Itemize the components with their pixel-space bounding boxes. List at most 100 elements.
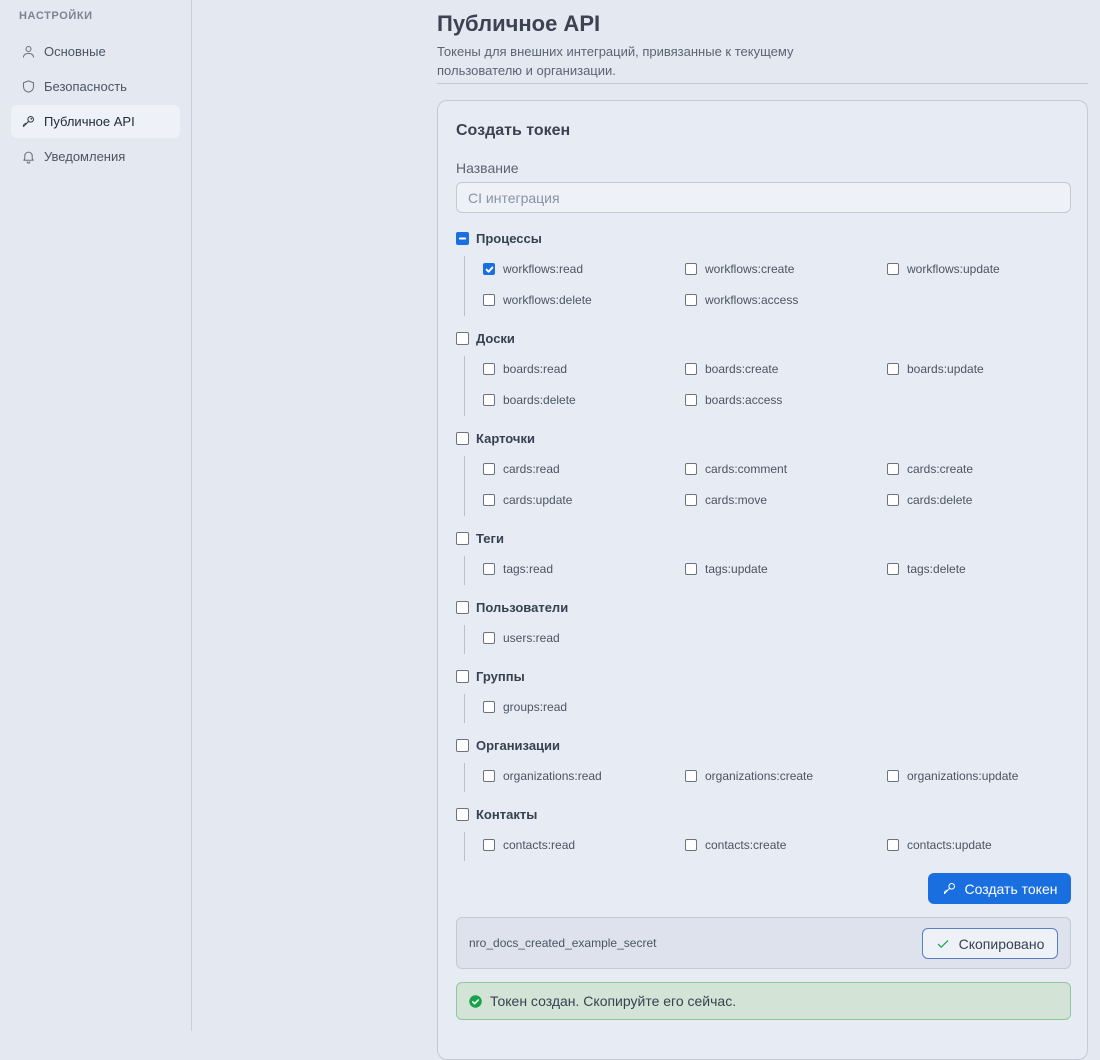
permission-item: users:read bbox=[483, 631, 560, 645]
permission-label[interactable]: boards:access bbox=[705, 393, 782, 407]
permission-label[interactable]: cards:update bbox=[503, 493, 572, 507]
permission-label[interactable]: contacts:read bbox=[503, 838, 575, 852]
group-checkbox[interactable] bbox=[456, 601, 469, 614]
group-label[interactable]: Организации bbox=[476, 738, 560, 753]
sidebar-item-general[interactable]: Основные bbox=[11, 35, 180, 68]
check-icon bbox=[485, 266, 493, 273]
permission-item: workflows:create bbox=[685, 262, 794, 276]
permission-label[interactable]: groups:read bbox=[503, 700, 567, 714]
permission-checkbox[interactable] bbox=[685, 294, 697, 306]
permission-checkbox[interactable] bbox=[685, 263, 697, 275]
permission-checkbox[interactable] bbox=[483, 494, 495, 506]
group-label[interactable]: Доски bbox=[476, 331, 515, 346]
group-label[interactable]: Группы bbox=[476, 669, 525, 684]
permission-item: workflows:update bbox=[887, 262, 1000, 276]
group-label[interactable]: Теги bbox=[476, 531, 504, 546]
permission-label[interactable]: tags:delete bbox=[907, 562, 966, 576]
permission-checkbox[interactable] bbox=[483, 294, 495, 306]
permission-checkbox[interactable] bbox=[685, 839, 697, 851]
permission-label[interactable]: boards:read bbox=[503, 362, 567, 376]
permission-label[interactable]: contacts:create bbox=[705, 838, 786, 852]
success-alert: Токен создан. Скопируйте его сейчас. bbox=[456, 982, 1071, 1020]
permission-checkbox[interactable] bbox=[483, 770, 495, 782]
permission-checkbox[interactable] bbox=[887, 363, 899, 375]
permission-label[interactable]: organizations:read bbox=[503, 769, 602, 783]
permission-label[interactable]: workflows:read bbox=[503, 262, 583, 276]
group-checkbox[interactable] bbox=[456, 808, 469, 821]
permission-checkbox[interactable] bbox=[685, 394, 697, 406]
permission-label[interactable]: workflows:delete bbox=[503, 293, 592, 307]
shield-icon bbox=[22, 80, 35, 93]
permission-label[interactable]: boards:delete bbox=[503, 393, 576, 407]
permission-label[interactable]: cards:create bbox=[907, 462, 973, 476]
permission-label[interactable]: cards:delete bbox=[907, 493, 972, 507]
permission-checkbox[interactable] bbox=[685, 770, 697, 782]
sidebar-item-notifications[interactable]: Уведомления bbox=[11, 140, 180, 173]
permission-label[interactable]: workflows:create bbox=[705, 262, 794, 276]
group-checkbox[interactable] bbox=[456, 232, 469, 245]
permission-item: boards:create bbox=[685, 362, 778, 376]
permission-checkbox[interactable] bbox=[483, 463, 495, 475]
permission-checkbox[interactable] bbox=[685, 463, 697, 475]
permission-label[interactable]: workflows:update bbox=[907, 262, 1000, 276]
permission-label[interactable]: cards:comment bbox=[705, 462, 787, 476]
permission-checkbox[interactable] bbox=[685, 494, 697, 506]
create-token-button[interactable]: Создать токен bbox=[928, 873, 1071, 904]
token-value[interactable]: nro_docs_created_example_secret bbox=[469, 936, 656, 950]
key-icon bbox=[943, 882, 955, 895]
permission-checkbox[interactable] bbox=[887, 563, 899, 575]
permission-checkbox[interactable] bbox=[483, 563, 495, 575]
group-label[interactable]: Контакты bbox=[476, 807, 537, 822]
token-output: nro_docs_created_example_secret Скопиров… bbox=[456, 917, 1071, 969]
permission-checkbox[interactable] bbox=[483, 394, 495, 406]
permission-label[interactable]: tags:read bbox=[503, 562, 553, 576]
permission-label[interactable]: users:read bbox=[503, 631, 560, 645]
group-checkbox[interactable] bbox=[456, 532, 469, 545]
permission-checkbox[interactable] bbox=[887, 263, 899, 275]
group-checkbox[interactable] bbox=[456, 332, 469, 345]
permission-checkbox[interactable] bbox=[483, 839, 495, 851]
permission-checkbox[interactable] bbox=[483, 632, 495, 644]
permission-item: boards:read bbox=[483, 362, 567, 376]
permission-checkbox[interactable] bbox=[483, 363, 495, 375]
user-icon bbox=[22, 45, 35, 58]
permission-label[interactable]: cards:read bbox=[503, 462, 560, 476]
group-label[interactable]: Процессы bbox=[476, 231, 542, 246]
permission-label[interactable]: tags:update bbox=[705, 562, 768, 576]
card-title: Создать токен bbox=[456, 122, 571, 139]
permission-label[interactable]: organizations:update bbox=[907, 769, 1018, 783]
group-label[interactable]: Пользователи bbox=[476, 600, 568, 615]
permission-item: organizations:read bbox=[483, 769, 602, 783]
permission-label[interactable]: contacts:update bbox=[907, 838, 992, 852]
copy-token-button[interactable]: Скопировано bbox=[922, 928, 1058, 959]
permission-checkbox[interactable] bbox=[887, 839, 899, 851]
group-label[interactable]: Карточки bbox=[476, 431, 535, 446]
group-indent-line bbox=[464, 832, 465, 861]
bell-icon bbox=[23, 151, 34, 164]
permission-checkbox[interactable] bbox=[685, 363, 697, 375]
token-name-input[interactable] bbox=[456, 182, 1071, 213]
permission-label[interactable]: boards:update bbox=[907, 362, 984, 376]
create-token-label: Создать токен bbox=[964, 880, 1058, 897]
group-checkbox[interactable] bbox=[456, 432, 469, 445]
permission-group-header: Карточки bbox=[456, 431, 535, 446]
group-checkbox[interactable] bbox=[456, 670, 469, 683]
permission-checkbox[interactable] bbox=[483, 701, 495, 713]
permission-item: contacts:create bbox=[685, 838, 786, 852]
sidebar-item-security[interactable]: Безопасность bbox=[11, 70, 180, 103]
permission-group-header: Пользователи bbox=[456, 600, 568, 615]
permission-checkbox[interactable] bbox=[483, 263, 495, 275]
group-checkbox[interactable] bbox=[456, 739, 469, 752]
sidebar-item-public-api[interactable]: Публичное API bbox=[11, 105, 180, 138]
check-circle-icon bbox=[469, 994, 482, 1008]
permission-checkbox[interactable] bbox=[887, 494, 899, 506]
check-icon bbox=[937, 939, 948, 948]
permission-label[interactable]: workflows:access bbox=[705, 293, 798, 307]
permission-label[interactable]: cards:move bbox=[705, 493, 767, 507]
permission-checkbox[interactable] bbox=[887, 770, 899, 782]
permission-label[interactable]: organizations:create bbox=[705, 769, 813, 783]
header-divider bbox=[437, 83, 1088, 84]
permission-label[interactable]: boards:create bbox=[705, 362, 778, 376]
permission-checkbox[interactable] bbox=[685, 563, 697, 575]
permission-checkbox[interactable] bbox=[887, 463, 899, 475]
